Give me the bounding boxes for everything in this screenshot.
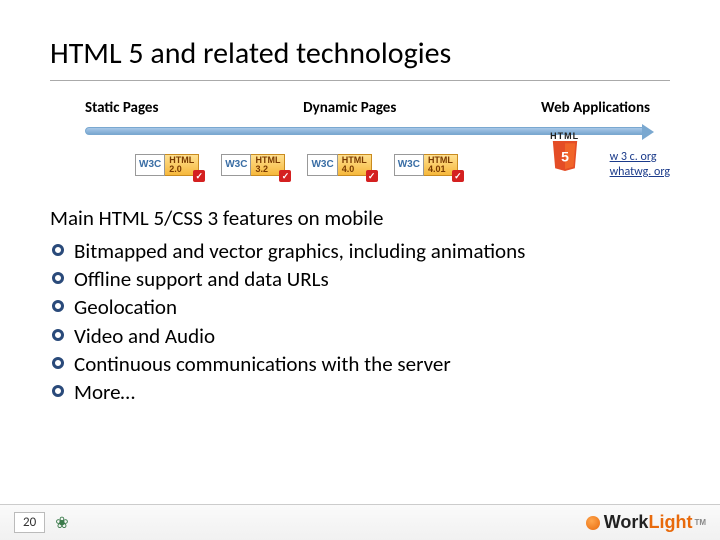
col-static: Static Pages [85, 99, 158, 117]
divider [50, 80, 670, 81]
col-webapps: Web Applications [541, 99, 650, 117]
page-number: 20 [14, 512, 45, 533]
html5-shield-icon: 5 [550, 141, 580, 175]
decorative-icon: ❀ [55, 513, 68, 533]
check-icon: ✓ [452, 170, 464, 182]
feature-list: Bitmapped and vector graphics, including… [50, 237, 670, 407]
w3c-badge-html401: W3C HTML4.01 ✓ [394, 154, 458, 176]
list-item: Offline support and data URLs [50, 265, 670, 293]
link-w3c[interactable]: w 3 c. org [610, 150, 670, 165]
col-dynamic: Dynamic Pages [303, 99, 396, 117]
list-item: Video and Audio [50, 322, 670, 350]
list-item: Continuous communications with the serve… [50, 350, 670, 378]
spec-links: w 3 c. org whatwg. org [610, 150, 670, 180]
svg-text:5: 5 [561, 149, 569, 165]
brand-logo: WorkLightTM [586, 512, 706, 533]
w3c-badge-html40: W3C HTML4.0 ✓ [307, 154, 371, 176]
badges-row: W3C HTML2.0 ✓ W3C HTML3.2 ✓ W3C HTML4.0 … [135, 143, 670, 187]
slide-title: HTML 5 and related technologies [50, 35, 670, 72]
link-whatwg[interactable]: whatwg. org [610, 165, 670, 180]
check-icon: ✓ [279, 170, 291, 182]
list-item: More… [50, 378, 670, 406]
list-item: Geolocation [50, 293, 670, 321]
column-headers: Static Pages Dynamic Pages Web Applicati… [50, 99, 670, 117]
subheading: Main HTML 5/CSS 3 features on mobile [50, 205, 670, 231]
w3c-badge-html20: W3C HTML2.0 ✓ [135, 154, 199, 176]
list-item: Bitmapped and vector graphics, including… [50, 237, 670, 265]
brand-dot-icon [586, 516, 600, 530]
check-icon: ✓ [193, 170, 205, 182]
check-icon: ✓ [366, 170, 378, 182]
w3c-badge-html32: W3C HTML3.2 ✓ [221, 154, 285, 176]
html5-logo: HTML 5 [550, 131, 580, 175]
slide-footer: 20 ❀ WorkLightTM [0, 504, 720, 540]
